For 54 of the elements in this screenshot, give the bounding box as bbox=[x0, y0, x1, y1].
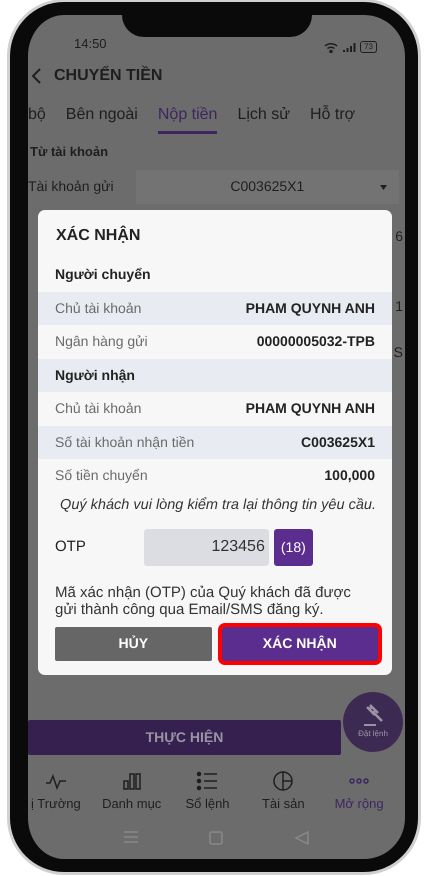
back-icon[interactable] bbox=[295, 831, 310, 845]
detail-value: C003625X1 bbox=[301, 432, 375, 452]
nav-tab[interactable]: Danh mục bbox=[94, 770, 170, 813]
field-label: Tài khoản gửi bbox=[28, 177, 114, 196]
status-time: 14:50 bbox=[74, 34, 107, 52]
back-icon[interactable] bbox=[32, 68, 42, 84]
detail-label: Ngân hàng gửi bbox=[55, 332, 148, 352]
tab[interactable]: bộ bbox=[28, 97, 46, 134]
group-title: Người chuyển bbox=[55, 265, 151, 284]
detail-value: PHAM QUYNH ANH bbox=[246, 399, 375, 418]
otp-message: Mã xác nhận (OTP) của Quý khách đã được gửi thành công qua Email/SMS đăng ký. bbox=[54, 582, 352, 619]
pie-chart-icon bbox=[272, 770, 294, 790]
notice-text: Quý khách vui lòng kiểm tra lại thông tin yêu cầu. bbox=[59, 496, 377, 514]
tab[interactable]: Bên ngoài bbox=[66, 97, 138, 134]
account-select[interactable]: C003625X1 bbox=[136, 170, 399, 204]
more-icon bbox=[348, 776, 370, 784]
home-icon[interactable] bbox=[209, 831, 224, 845]
detail-label: Số tiền chuyển bbox=[55, 466, 148, 486]
dialog-title: XÁC NHẬN bbox=[55, 224, 142, 246]
otp-label: OTP bbox=[55, 537, 86, 558]
submit-button[interactable]: THỰC HIỆN bbox=[28, 720, 341, 754]
battery-icon: 73 bbox=[360, 41, 377, 53]
tab[interactable]: Nộp tiền bbox=[158, 97, 218, 134]
detail-label: Số tài khoản nhận tiền bbox=[55, 432, 194, 452]
bar-chart-icon bbox=[120, 770, 143, 790]
group-title: Người nhận bbox=[55, 366, 135, 385]
tab[interactable]: Lịch sử bbox=[237, 97, 290, 134]
countdown-badge: (18) bbox=[274, 528, 313, 566]
wifi-icon bbox=[324, 42, 338, 52]
list-icon bbox=[196, 770, 218, 790]
detail-label: Chủ tài khoản bbox=[55, 298, 142, 318]
otp-input-field[interactable]: 123456 bbox=[144, 528, 269, 566]
detail-value: 100,000 bbox=[324, 466, 375, 486]
cancel-button[interactable]: HỦY bbox=[55, 626, 212, 661]
field-value: 1 bbox=[395, 297, 403, 316]
nav-tab[interactable]: ị Trường bbox=[28, 770, 94, 813]
order-fab-button[interactable]: Đặt lệnh bbox=[343, 692, 403, 752]
field-value: 6 bbox=[395, 227, 403, 246]
signal-icon bbox=[342, 42, 356, 52]
nav-tab[interactable]: Mở rộng bbox=[321, 770, 397, 813]
detail-value: PHAM QUYNH ANH bbox=[246, 298, 375, 318]
field-value: S bbox=[394, 343, 403, 362]
screen-title: CHUYỂN TIỀN bbox=[54, 64, 162, 86]
caret-icon bbox=[380, 184, 387, 190]
detail-label: Chủ tài khoản bbox=[55, 399, 142, 418]
gavel-icon bbox=[361, 704, 385, 726]
menu-icon[interactable] bbox=[124, 831, 138, 843]
tab[interactable]: Hỗ trợ bbox=[310, 97, 356, 134]
nav-tab[interactable]: Tài sản bbox=[245, 770, 322, 813]
section-title: Từ tài khoản bbox=[29, 143, 110, 161]
confirm-button[interactable]: XÁC NHẬN bbox=[222, 626, 378, 661]
detail-value: 00000005032-TPB bbox=[256, 332, 375, 352]
nav-tab[interactable]: Sổ lệnh bbox=[170, 770, 246, 813]
fab-label: Đặt lệnh bbox=[358, 728, 388, 740]
